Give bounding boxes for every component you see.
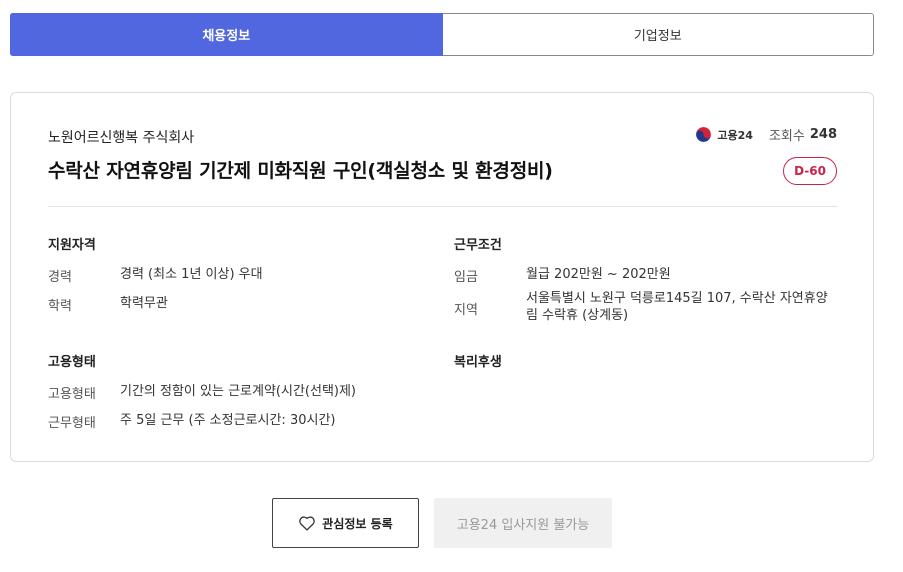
goyong24-logo-text: 고용24 [717,128,753,142]
tab-bar: 채용정보 기업정보 [10,13,874,56]
info-row-wage: 임금 월급 202만원 ~ 202만원 [454,266,671,285]
apply-label: 고용24 입사지원 불가능 [456,517,590,533]
info-row-career: 경력 경력 (최소 1년 이상) 우대 [48,266,263,285]
info-key: 고용형태 [48,387,96,402]
views-label: 조회수 [768,129,805,144]
info-row-employment-type: 고용형태 기간의 정함이 있는 근로계약(시간(선택)제) [48,383,356,402]
info-value: 학력무관 [120,296,168,311]
company-name: 노원어르신행복 주식회사 [48,130,195,146]
job-title: 수락산 자연휴양림 기간제 미화직원 구인(객실청소 및 환경정비) [48,160,553,182]
info-value: 월급 202만원 ~ 202만원 [526,267,671,282]
heart-icon [299,516,316,531]
job-meta: 고용24 조회수 248 [695,125,837,144]
info-row-education: 학력 학력무관 [48,295,168,314]
section-title-conditions: 근무조건 [454,238,502,253]
add-interest-button[interactable]: 관심정보 등록 [272,498,419,548]
tab-job-info[interactable]: 채용정보 [10,13,443,56]
info-value: 주 5일 근무 (주 소정근로시간: 30시간) [120,413,336,428]
section-title-welfare: 복리후생 [454,355,502,370]
info-value: 서울특별시 노원구 덕릉로145길 107, 수락산 자연휴양 림 수락휴 (상… [526,290,828,324]
location-line-2: 림 수락휴 (상계동) [526,308,629,323]
views-count: 248 [809,127,837,142]
location-line-1: 서울특별시 노원구 덕릉로145길 107, 수락산 자연휴양 [526,291,828,306]
info-value: 경력 (최소 1년 이상) 우대 [120,267,263,282]
info-key: 학력 [48,299,72,314]
section-title-employment: 고용형태 [48,355,96,370]
info-key: 임금 [454,270,478,285]
job-card: 노원어르신행복 주식회사 수락산 자연휴양림 기간제 미화직원 구인(객실청소 … [10,92,874,462]
info-key: 지역 [454,303,478,318]
taegeuk-icon [696,126,712,143]
info-key: 근무형태 [48,416,96,431]
info-row-location: 지역 서울특별시 노원구 덕릉로145길 107, 수락산 자연휴양 림 수락휴… [454,290,854,324]
tab-company-info[interactable]: 기업정보 [442,13,874,56]
divider [48,206,838,207]
goyong24-logo: 고용24 [695,126,753,143]
info-key: 경력 [48,270,72,285]
section-title-qualifications: 지원자격 [48,238,96,253]
info-value: 기간의 정함이 있는 근로계약(시간(선택)제) [120,384,357,399]
dday-badge: D-60 [783,157,837,185]
add-interest-label: 관심정보 등록 [322,516,393,531]
apply-button-disabled: 고용24 입사지원 불가능 [434,498,612,548]
info-row-work-type: 근무형태 주 5일 근무 (주 소정근로시간: 30시간) [48,412,335,431]
